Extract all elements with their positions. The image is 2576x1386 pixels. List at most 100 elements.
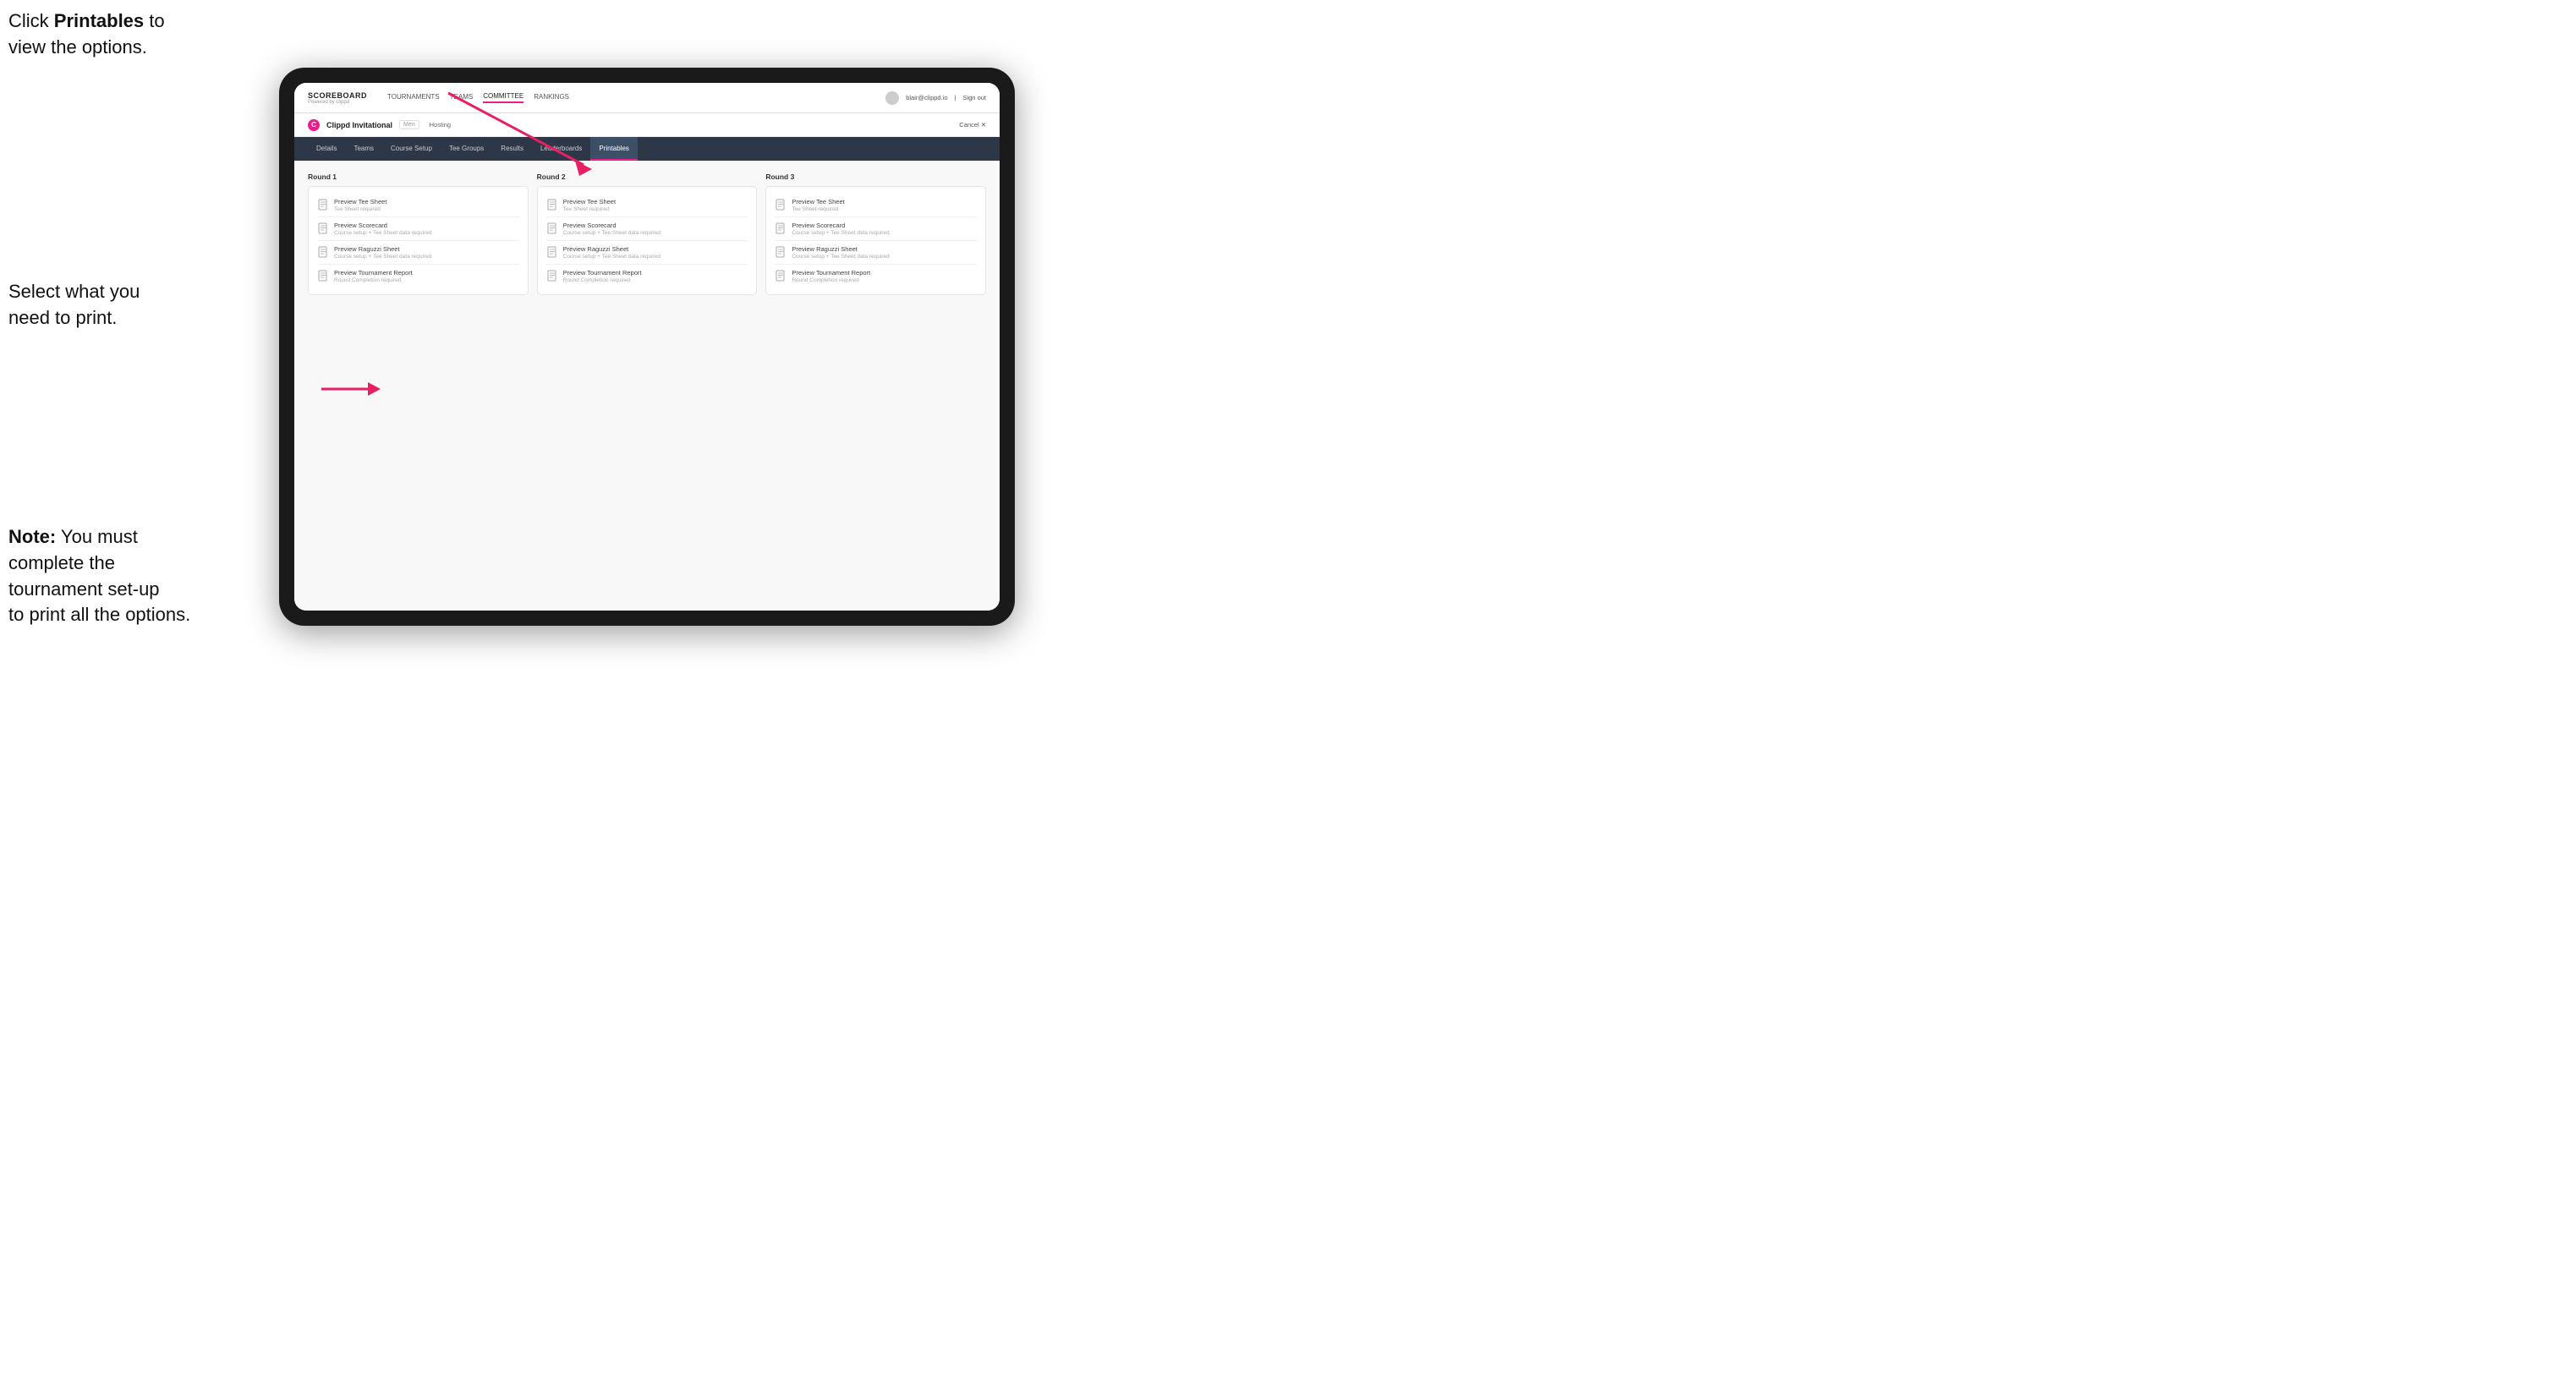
round3-tournament-report-text: Preview Tournament Report Round Completi… <box>792 269 977 283</box>
cancel-button[interactable]: Cancel ✕ <box>959 121 986 129</box>
round2-scorecard[interactable]: Preview Scorecard Course setup + Tee She… <box>546 217 748 241</box>
tab-details[interactable]: Details <box>308 137 345 161</box>
round-2-title: Round 2 <box>537 173 758 181</box>
document-icon <box>546 246 558 258</box>
round-1-card: Preview Tee Sheet Tee Sheet required <box>308 186 529 295</box>
tab-tee-groups[interactable]: Tee Groups <box>441 137 492 161</box>
annotation-note-bold: Note: <box>8 526 56 547</box>
round3-tee-sheet-subtitle: Tee Sheet required <box>792 206 977 212</box>
user-avatar <box>885 91 899 105</box>
document-icon <box>317 270 329 282</box>
round1-tee-sheet[interactable]: Preview Tee Sheet Tee Sheet required <box>317 194 519 217</box>
document-icon <box>775 222 787 234</box>
round3-scorecard-subtitle: Course setup + Tee Sheet data required <box>792 230 977 236</box>
document-icon <box>317 222 329 234</box>
round1-tee-sheet-title: Preview Tee Sheet <box>334 198 519 205</box>
round1-raguzzi-text: Preview Raguzzi Sheet Course setup + Tee… <box>334 245 519 260</box>
top-nav-links: TOURNAMENTS TEAMS COMMITTEE RANKINGS <box>387 92 569 103</box>
tablet-frame: SCOREBOARD Powered by clippd TOURNAMENTS… <box>279 68 1015 626</box>
round-2-card: Preview Tee Sheet Tee Sheet required <box>537 186 758 295</box>
round3-tee-sheet-text: Preview Tee Sheet Tee Sheet required <box>792 198 977 212</box>
top-navigation: SCOREBOARD Powered by clippd TOURNAMENTS… <box>294 83 1000 113</box>
round2-tee-sheet-title: Preview Tee Sheet <box>563 198 748 205</box>
logo-title: SCOREBOARD <box>308 91 367 100</box>
round1-raguzzi[interactable]: Preview Raguzzi Sheet Course setup + Tee… <box>317 241 519 265</box>
rounds-grid: Round 1 Preview Tee Sheet Tee S <box>308 173 986 295</box>
round1-tournament-report-text: Preview Tournament Report Round Completi… <box>334 269 519 283</box>
round3-tee-sheet[interactable]: Preview Tee Sheet Tee Sheet required <box>775 194 977 217</box>
sub-navigation: Details Teams Course Setup Tee Groups Re… <box>294 137 1000 161</box>
nav-rankings[interactable]: RANKINGS <box>534 93 569 102</box>
document-icon <box>317 246 329 258</box>
tournament-icon: C <box>308 119 320 131</box>
round2-tee-sheet[interactable]: Preview Tee Sheet Tee Sheet required <box>546 194 748 217</box>
user-email: blair@clippd.io <box>906 94 947 101</box>
round2-tournament-report-text: Preview Tournament Report Round Completi… <box>563 269 748 283</box>
tournament-status: Hosting <box>430 121 451 129</box>
tablet-screen: SCOREBOARD Powered by clippd TOURNAMENTS… <box>294 83 1000 611</box>
round-3-title: Round 3 <box>765 173 986 181</box>
round1-tournament-report[interactable]: Preview Tournament Report Round Completi… <box>317 265 519 288</box>
round2-tournament-report-title: Preview Tournament Report <box>563 269 748 277</box>
round1-tournament-report-title: Preview Tournament Report <box>334 269 519 277</box>
round3-tournament-report-title: Preview Tournament Report <box>792 269 977 277</box>
round2-tee-sheet-text: Preview Tee Sheet Tee Sheet required <box>563 198 748 212</box>
document-icon <box>546 270 558 282</box>
tournament-tag: Men <box>399 120 419 129</box>
round3-tee-sheet-title: Preview Tee Sheet <box>792 198 977 205</box>
round-2-column: Round 2 Preview Tee Sheet Tee S <box>537 173 758 295</box>
separator: | <box>955 94 956 101</box>
round1-scorecard-subtitle: Course setup + Tee Sheet data required <box>334 230 519 236</box>
round3-raguzzi-title: Preview Raguzzi Sheet <box>792 245 977 253</box>
annotation-printables-bold: Printables <box>54 10 144 31</box>
round2-scorecard-subtitle: Course setup + Tee Sheet data required <box>563 230 748 236</box>
main-content: Round 1 Preview Tee Sheet Tee S <box>294 161 1000 611</box>
tab-teams[interactable]: Teams <box>345 137 382 161</box>
nav-teams[interactable]: TEAMS <box>450 93 474 102</box>
round-1-column: Round 1 Preview Tee Sheet Tee S <box>308 173 529 295</box>
sign-out-link[interactable]: Sign out <box>962 94 986 101</box>
round3-raguzzi-subtitle: Course setup + Tee Sheet data required <box>792 254 977 260</box>
round2-raguzzi-subtitle: Course setup + Tee Sheet data required <box>563 254 748 260</box>
round-1-title: Round 1 <box>308 173 529 181</box>
round2-scorecard-text: Preview Scorecard Course setup + Tee She… <box>563 222 748 236</box>
round3-tournament-report-subtitle: Round Completion required <box>792 277 977 283</box>
nav-committee[interactable]: COMMITTEE <box>483 92 523 103</box>
document-icon <box>317 199 329 211</box>
tab-course-setup[interactable]: Course Setup <box>382 137 441 161</box>
round1-raguzzi-subtitle: Course setup + Tee Sheet data required <box>334 254 519 260</box>
tab-printables[interactable]: Printables <box>590 137 638 161</box>
tab-results[interactable]: Results <box>492 137 532 161</box>
logo-subtitle: Powered by clippd <box>308 100 367 105</box>
document-icon <box>775 199 787 211</box>
annotation-mid: Select what youneed to print. <box>8 279 140 331</box>
annotation-top: Click Printables to view the options. <box>8 8 165 61</box>
round3-scorecard-text: Preview Scorecard Course setup + Tee She… <box>792 222 977 236</box>
round2-raguzzi-text: Preview Raguzzi Sheet Course setup + Tee… <box>563 245 748 260</box>
round3-raguzzi[interactable]: Preview Raguzzi Sheet Course setup + Tee… <box>775 241 977 265</box>
document-icon <box>775 246 787 258</box>
nav-tournaments[interactable]: TOURNAMENTS <box>387 93 440 102</box>
annotation-bottom: Note: You must complete the tournament s… <box>8 524 190 628</box>
round1-tee-sheet-text: Preview Tee Sheet Tee Sheet required <box>334 198 519 212</box>
round2-raguzzi[interactable]: Preview Raguzzi Sheet Course setup + Tee… <box>546 241 748 265</box>
top-nav-right: blair@clippd.io | Sign out <box>885 91 986 105</box>
round2-tournament-report[interactable]: Preview Tournament Report Round Completi… <box>546 265 748 288</box>
round1-scorecard-title: Preview Scorecard <box>334 222 519 229</box>
round1-tee-sheet-subtitle: Tee Sheet required <box>334 206 519 212</box>
round2-tee-sheet-subtitle: Tee Sheet required <box>563 206 748 212</box>
document-icon <box>546 222 558 234</box>
round3-tournament-report[interactable]: Preview Tournament Report Round Completi… <box>775 265 977 288</box>
document-icon <box>775 270 787 282</box>
document-icon <box>546 199 558 211</box>
round1-raguzzi-title: Preview Raguzzi Sheet <box>334 245 519 253</box>
round-3-column: Round 3 Preview Tee Sheet Tee S <box>765 173 986 295</box>
round1-tournament-report-subtitle: Round Completion required <box>334 277 519 283</box>
round3-scorecard[interactable]: Preview Scorecard Course setup + Tee She… <box>775 217 977 241</box>
round-3-card: Preview Tee Sheet Tee Sheet required <box>765 186 986 295</box>
round3-raguzzi-text: Preview Raguzzi Sheet Course setup + Tee… <box>792 245 977 260</box>
round1-scorecard[interactable]: Preview Scorecard Course setup + Tee She… <box>317 217 519 241</box>
tab-leaderboards[interactable]: Leaderboards <box>532 137 590 161</box>
round1-scorecard-text: Preview Scorecard Course setup + Tee She… <box>334 222 519 236</box>
round2-scorecard-title: Preview Scorecard <box>563 222 748 229</box>
